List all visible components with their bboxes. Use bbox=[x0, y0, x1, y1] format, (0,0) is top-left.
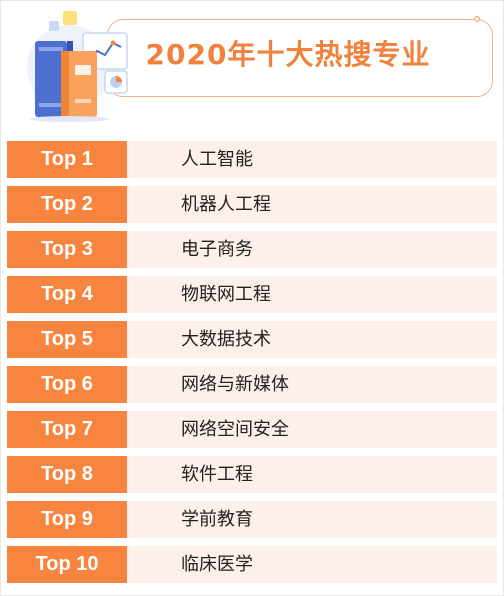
rank-label: Top 6 bbox=[7, 366, 127, 403]
ranking-row: Top 4 物联网工程 bbox=[7, 276, 497, 313]
rank-label: Top 3 bbox=[7, 231, 127, 268]
major-name: 临床医学 bbox=[181, 554, 253, 575]
header: 2020年十大热搜专业 bbox=[1, 1, 504, 131]
page-title: 2020年十大热搜专业 bbox=[145, 38, 431, 71]
rank-label: Top 1 bbox=[7, 141, 127, 178]
major-name: 物联网工程 bbox=[181, 284, 271, 305]
major-name: 学前教育 bbox=[181, 509, 253, 530]
rank-label: Top 10 bbox=[7, 546, 127, 583]
ranking-row: Top 6 网络与新媒体 bbox=[7, 366, 497, 403]
frame-dot bbox=[474, 16, 480, 22]
rank-label: Top 8 bbox=[7, 456, 127, 493]
ranking-row: Top 10 临床医学 bbox=[7, 546, 497, 583]
ranking-row: Top 8 软件工程 bbox=[7, 456, 497, 493]
ranking-card: 2020年十大热搜专业 Top 1 人工智能 Top 2 机器人工程 Top 3 电子商务… bbox=[0, 0, 504, 596]
ranking-row: Top 9 学前教育 bbox=[7, 501, 497, 538]
major-name: 网络空间安全 bbox=[181, 419, 289, 440]
major-name: 网络与新媒体 bbox=[181, 374, 289, 395]
major-name: 机器人工程 bbox=[181, 194, 271, 215]
rank-label: Top 7 bbox=[7, 411, 127, 448]
major-name: 电子商务 bbox=[181, 239, 253, 260]
major-name: 大数据技术 bbox=[181, 329, 271, 350]
rank-label: Top 9 bbox=[7, 501, 127, 538]
major-name: 软件工程 bbox=[181, 464, 253, 485]
rank-label: Top 2 bbox=[7, 186, 127, 223]
ranking-row: Top 2 机器人工程 bbox=[7, 186, 497, 223]
rank-label: Top 4 bbox=[7, 276, 127, 313]
ranking-row: Top 1 人工智能 bbox=[7, 141, 497, 178]
ranking-row: Top 7 网络空间安全 bbox=[7, 411, 497, 448]
ranking-row: Top 3 电子商务 bbox=[7, 231, 497, 268]
major-name: 人工智能 bbox=[181, 149, 253, 170]
ranking-row: Top 5 大数据技术 bbox=[7, 321, 497, 358]
rank-label: Top 5 bbox=[7, 321, 127, 358]
